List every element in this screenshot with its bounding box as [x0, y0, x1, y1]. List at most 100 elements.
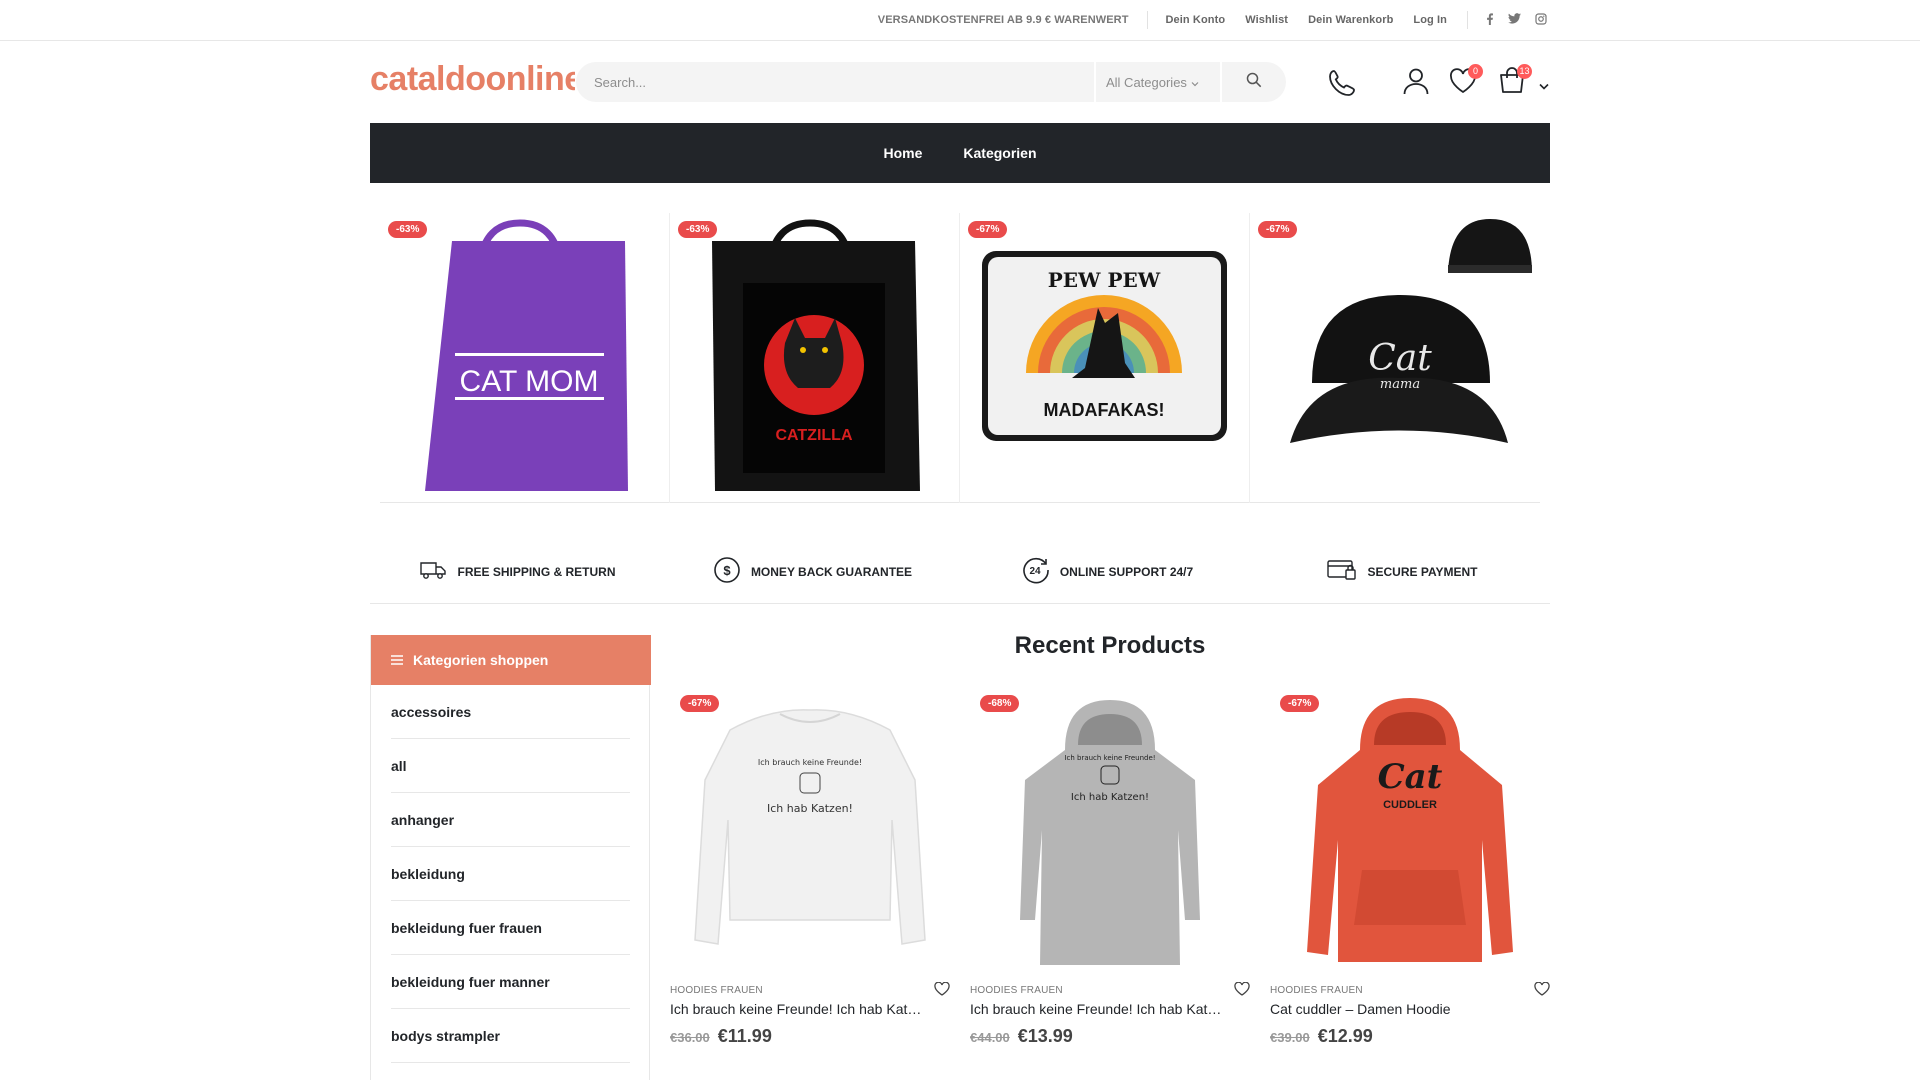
- svg-text:24: 24: [1029, 566, 1041, 577]
- product-name[interactable]: Ich brauch keine Freunde! Ich hab Katzen…: [670, 1001, 925, 1017]
- featured-product[interactable]: -67% PEW PEW MADAFAKAS!: [960, 213, 1250, 503]
- print-text: Ich brauch keine Freunde!: [758, 758, 862, 767]
- social-links: [1486, 12, 1547, 28]
- category-list: accessoires all anhanger bekleidung bekl…: [391, 685, 630, 1063]
- search-icon: [1246, 72, 1262, 93]
- old-price: €44.00: [970, 1030, 1010, 1045]
- product-card: Ich brauch keine Freunde! Ich hab Katzen…: [970, 690, 1250, 1050]
- feature-item: FREE SHIPPING & RETURN: [370, 540, 665, 603]
- section-title: Recent Products: [1014, 632, 1206, 659]
- print-text: CATZILLA: [775, 427, 852, 444]
- category-item[interactable]: bekleidung fuer frauen: [391, 901, 630, 955]
- product-card: Cat CUDDLER -67% HOODIES FRAUEN Cat cudd…: [1270, 690, 1550, 1050]
- nav-kategorien[interactable]: Kategorien: [963, 145, 1036, 161]
- feature-item: SECURE PAYMENT: [1255, 540, 1550, 603]
- feature-label: MONEY BACK GUARANTEE: [750, 564, 913, 579]
- phone-icon[interactable]: [1327, 68, 1357, 103]
- divider: [1146, 11, 1148, 29]
- product-price: €36.00 €11.99: [670, 1026, 772, 1047]
- product-name[interactable]: Cat cuddler – Damen Hoodie: [1270, 1001, 1525, 1017]
- category-select[interactable]: All Categories: [1094, 62, 1222, 102]
- twitter-icon[interactable]: [1508, 13, 1521, 27]
- print-text: Cat: [1378, 757, 1443, 797]
- dollar-icon: $: [713, 556, 741, 587]
- product-price: €44.00 €13.99: [970, 1026, 1073, 1047]
- print-text: Ich hab Katzen!: [767, 802, 853, 815]
- category-item[interactable]: all: [391, 739, 630, 793]
- sale-price: €13.99: [1017, 1026, 1073, 1046]
- discount-badge: -67%: [1258, 221, 1298, 238]
- discount-badge: -63%: [388, 221, 428, 238]
- discount-badge: -67%: [1280, 695, 1320, 712]
- facebook-icon[interactable]: [1486, 12, 1494, 28]
- instagram-icon[interactable]: [1535, 12, 1547, 28]
- discount-badge: -67%: [968, 221, 1008, 238]
- search-button[interactable]: [1222, 62, 1286, 102]
- account-link[interactable]: Dein Konto: [1166, 14, 1226, 26]
- category-item[interactable]: bekleidung: [391, 847, 630, 901]
- feature-item: 24 ONLINE SUPPORT 24/7: [960, 540, 1255, 603]
- login-link[interactable]: Log In: [1413, 14, 1447, 26]
- product-image: CATZILLA: [712, 219, 920, 491]
- menu-icon: [391, 652, 403, 668]
- print-text: CAT MOM: [460, 365, 599, 398]
- old-price: €39.00: [1270, 1030, 1310, 1045]
- category-item[interactable]: bekleidung fuer manner: [391, 955, 630, 1009]
- heart-icon[interactable]: [934, 981, 950, 1001]
- feature-label: FREE SHIPPING & RETURN: [457, 564, 616, 579]
- account-icon[interactable]: [1402, 67, 1430, 100]
- discount-badge: -63%: [678, 221, 718, 238]
- print-text: Cat: [1368, 338, 1432, 379]
- product-image: PEW PEW MADAFAKAS!: [982, 251, 1227, 441]
- top-bar: VERSANDKOSTENFREI AB 9.9 € WARENWERT Dei…: [0, 0, 1920, 41]
- search-input[interactable]: [576, 62, 1094, 102]
- sale-price: €12.99: [1317, 1026, 1373, 1046]
- search-bar: All Categories: [576, 62, 1286, 102]
- cart-link[interactable]: Dein Warenkorb: [1308, 14, 1393, 26]
- svg-text:$: $: [723, 563, 731, 578]
- product-category[interactable]: HOODIES FRAUEN: [1270, 985, 1363, 996]
- nav-home[interactable]: Home: [883, 145, 922, 161]
- product-category[interactable]: HOODIES FRAUEN: [970, 985, 1063, 996]
- product-image: Cat mama: [1290, 219, 1532, 443]
- feature-label: SECURE PAYMENT: [1367, 564, 1478, 579]
- print-text: CUDDLER: [1383, 799, 1437, 811]
- product-name[interactable]: Ich brauch keine Freunde! Ich hab Katzen…: [970, 1001, 1225, 1017]
- wishlist-link[interactable]: Wishlist: [1245, 14, 1288, 26]
- print-text: Ich brauch keine Freunde!: [1064, 754, 1155, 762]
- cart-count-badge: 13: [1517, 64, 1532, 79]
- category-sidebar-toggle[interactable]: Kategorien shoppen: [371, 635, 651, 685]
- featured-products: -63% CAT MOM -63% CATZILLA -67% PEW PEW …: [380, 213, 1540, 503]
- heart-icon[interactable]: [1234, 981, 1250, 1001]
- secure-payment-icon: [1327, 559, 1357, 584]
- product-image: CAT MOM: [425, 219, 628, 491]
- divider: [1467, 11, 1468, 29]
- feature-strip: FREE SHIPPING & RETURN $ MONEY BACK GUAR…: [370, 540, 1550, 604]
- category-item[interactable]: anhanger: [391, 793, 630, 847]
- product-price: €39.00 €12.99: [1270, 1026, 1373, 1047]
- sale-price: €11.99: [717, 1026, 772, 1046]
- product-image[interactable]: Ich brauch keine Freunde! Ich hab Katzen…: [670, 690, 950, 970]
- discount-badge: -68%: [980, 695, 1020, 712]
- discount-badge: -67%: [680, 695, 720, 712]
- featured-product[interactable]: -67% Cat mama: [1250, 213, 1540, 503]
- old-price: €36.00: [670, 1030, 710, 1045]
- chevron-down-icon[interactable]: [1539, 77, 1549, 95]
- product-category[interactable]: HOODIES FRAUEN: [670, 985, 763, 996]
- shipping-notice: VERSANDKOSTENFREI AB 9.9 € WARENWERT: [877, 14, 1129, 26]
- print-text: mama: [1380, 377, 1420, 392]
- category-sidebar: Kategorien shoppen accessoires all anhan…: [370, 635, 651, 1080]
- wishlist-count-badge: 0: [1468, 64, 1483, 79]
- category-item[interactable]: bodys strampler: [391, 1009, 630, 1063]
- print-text: MADAFAKAS!: [1044, 400, 1165, 420]
- product-image[interactable]: Cat CUDDLER: [1270, 690, 1550, 970]
- heart-icon[interactable]: [1534, 981, 1550, 1001]
- featured-product[interactable]: -63% CATZILLA: [670, 213, 960, 503]
- featured-product[interactable]: -63% CAT MOM: [380, 213, 670, 503]
- site-logo[interactable]: cataldoonline: [370, 60, 575, 99]
- product-image[interactable]: Ich brauch keine Freunde! Ich hab Katzen…: [970, 690, 1250, 970]
- category-sidebar-title: Kategorien shoppen: [413, 652, 549, 668]
- category-item[interactable]: accessoires: [391, 685, 630, 739]
- feature-item: $ MONEY BACK GUARANTEE: [665, 540, 960, 603]
- print-text: PEW PEW: [1048, 268, 1161, 292]
